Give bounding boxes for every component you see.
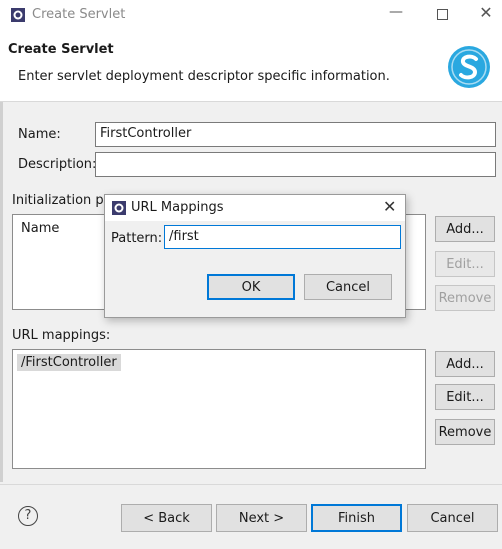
url-edit-button[interactable]: Edit... xyxy=(435,384,495,410)
url-mapping-item[interactable]: /FirstController xyxy=(17,354,121,371)
url-add-button[interactable]: Add... xyxy=(435,351,495,377)
cancel-label: Cancel xyxy=(430,510,475,526)
maximize-icon[interactable] xyxy=(432,4,452,24)
back-button[interactable]: < Back xyxy=(121,504,212,532)
page-title: Create Servlet xyxy=(8,42,114,57)
wizard-header xyxy=(0,30,502,102)
dialog-app-icon xyxy=(112,201,126,215)
url-remove-label: Remove xyxy=(438,424,492,440)
pattern-label: Pattern: xyxy=(111,231,163,246)
name-input[interactable]: FirstController xyxy=(95,122,496,147)
init-params-label: Initialization pa xyxy=(12,193,112,208)
url-add-label: Add... xyxy=(446,356,484,372)
dialog-ok-label: OK xyxy=(241,279,261,295)
description-label: Description: xyxy=(18,157,97,172)
page-description: Enter servlet deployment descriptor spec… xyxy=(18,69,390,84)
app-icon xyxy=(11,8,25,22)
next-button[interactable]: Next > xyxy=(216,504,307,532)
back-label: < Back xyxy=(143,510,190,526)
url-mappings-dialog: URL Mappings ✕ Pattern: /first OK Cancel xyxy=(104,194,406,318)
name-label: Name: xyxy=(18,127,61,142)
url-edit-label: Edit... xyxy=(446,389,484,405)
init-remove-button[interactable]: Remove xyxy=(435,285,495,311)
dialog-title: URL Mappings xyxy=(131,200,224,215)
servlet-logo-icon xyxy=(448,46,490,88)
dialog-close-icon[interactable]: ✕ xyxy=(383,197,396,216)
init-edit-button[interactable]: Edit... xyxy=(435,251,495,277)
init-remove-label: Remove xyxy=(438,290,492,306)
init-params-column-name: Name xyxy=(21,221,60,236)
dialog-ok-button[interactable]: OK xyxy=(207,274,295,300)
next-label: Next > xyxy=(238,510,285,526)
finish-button[interactable]: Finish xyxy=(311,504,402,532)
url-mappings-label: URL mappings: xyxy=(12,328,111,343)
description-input[interactable] xyxy=(95,152,496,177)
init-edit-label: Edit... xyxy=(446,256,484,272)
cancel-button[interactable]: Cancel xyxy=(407,504,498,532)
window-edge xyxy=(0,102,3,482)
minimize-icon[interactable]: — xyxy=(386,4,406,24)
pattern-input[interactable]: /first xyxy=(164,225,401,249)
help-icon[interactable]: ? xyxy=(18,506,38,526)
window-title: Create Servlet xyxy=(32,7,126,22)
url-remove-button[interactable]: Remove xyxy=(435,419,495,445)
footer-separator xyxy=(0,484,502,485)
dialog-cancel-button[interactable]: Cancel xyxy=(304,274,392,300)
close-icon[interactable]: ✕ xyxy=(476,3,496,23)
init-add-button[interactable]: Add... xyxy=(435,216,495,242)
dialog-cancel-label: Cancel xyxy=(325,279,371,295)
finish-label: Finish xyxy=(337,510,375,526)
url-mappings-list[interactable]: /FirstController xyxy=(12,349,426,469)
init-add-label: Add... xyxy=(446,221,484,237)
